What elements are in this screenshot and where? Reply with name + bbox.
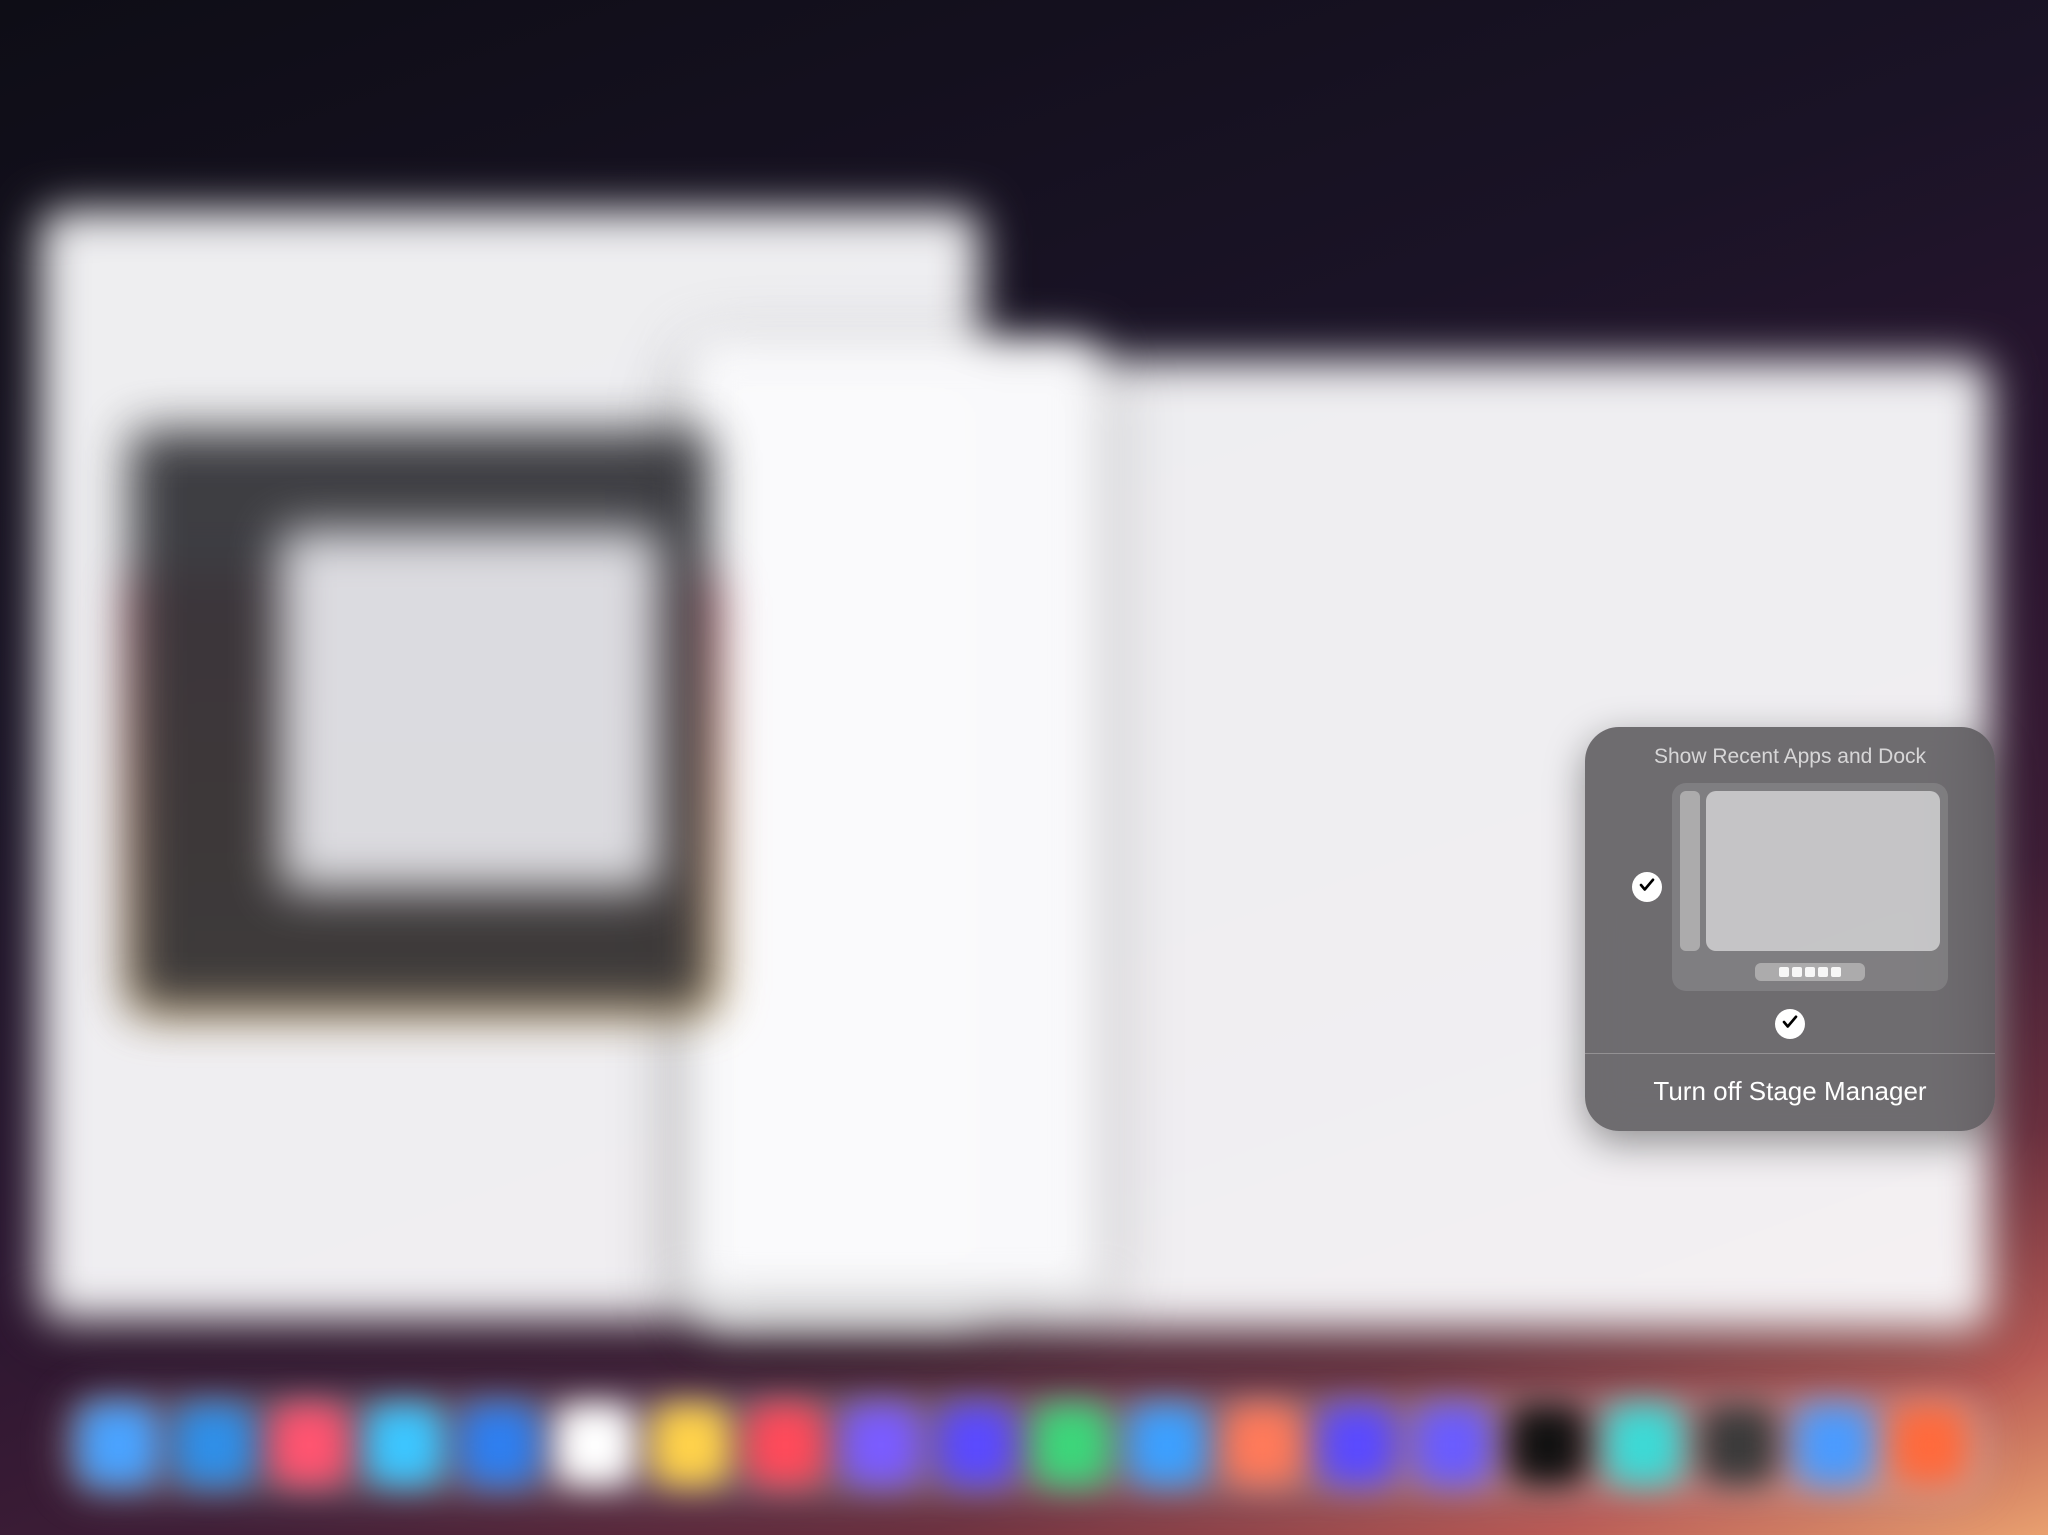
show-recent-apps-toggle[interactable]: [1632, 872, 1662, 902]
preview-recent-apps-strip: [1680, 791, 1700, 951]
dock-app-icon[interactable]: [1891, 1405, 1968, 1485]
popover-title: Show Recent Apps and Dock: [1585, 727, 1995, 769]
dock-app-icon[interactable]: [938, 1405, 1015, 1485]
dock-app-icon[interactable]: [747, 1405, 824, 1485]
stage-manager-popover: Show Recent Apps and Dock: [1585, 727, 1995, 1131]
dock[interactable]: [80, 1405, 1968, 1485]
turn-off-stage-manager-button[interactable]: Turn off Stage Manager: [1585, 1054, 1995, 1131]
layout-preview[interactable]: [1672, 783, 1948, 991]
dock-app-icon[interactable]: [175, 1405, 252, 1485]
dock-app-icon[interactable]: [1700, 1405, 1777, 1485]
checkmark-icon: [1781, 1013, 1799, 1036]
preview-dock: [1755, 963, 1865, 981]
dock-app-icon[interactable]: [1319, 1405, 1396, 1485]
dock-app-icon[interactable]: [80, 1405, 157, 1485]
dock-app-icon[interactable]: [842, 1405, 919, 1485]
background-window: [690, 340, 1100, 1300]
dock-app-icon[interactable]: [1033, 1405, 1110, 1485]
dock-app-icon[interactable]: [1128, 1405, 1205, 1485]
dock-app-icon[interactable]: [556, 1405, 633, 1485]
dock-app-icon[interactable]: [1795, 1405, 1872, 1485]
dock-app-icon[interactable]: [1605, 1405, 1682, 1485]
background-blur: [280, 530, 660, 890]
dock-app-icon[interactable]: [1224, 1405, 1301, 1485]
show-dock-toggle[interactable]: [1775, 1009, 1805, 1039]
preview-active-window: [1706, 791, 1940, 951]
layout-preview-row: [1585, 769, 1995, 1003]
dock-app-icon[interactable]: [1414, 1405, 1491, 1485]
dock-app-icon[interactable]: [1509, 1405, 1586, 1485]
dock-app-icon[interactable]: [366, 1405, 443, 1485]
dock-app-icon[interactable]: [271, 1405, 348, 1485]
checkmark-icon: [1638, 876, 1656, 899]
dock-app-icon[interactable]: [652, 1405, 729, 1485]
dock-app-icon[interactable]: [461, 1405, 538, 1485]
desktop: Show Recent Apps and Dock: [0, 0, 2048, 1535]
